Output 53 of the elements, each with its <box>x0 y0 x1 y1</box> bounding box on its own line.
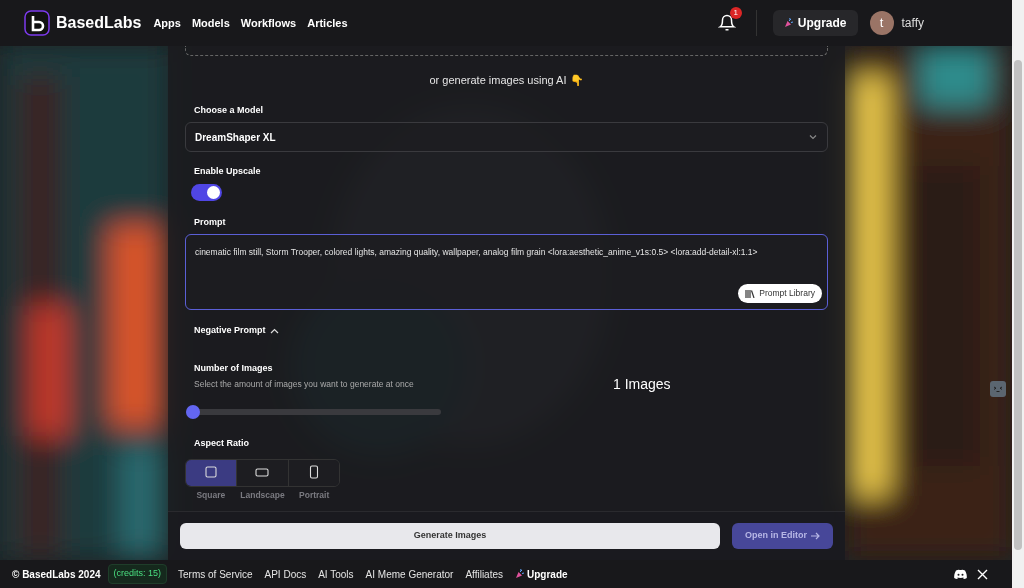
footer-link[interactable]: Terms of Service <box>178 566 253 582</box>
landscape-icon <box>255 465 270 480</box>
footer-link[interactable]: Affiliates <box>465 566 504 582</box>
arrow-right-icon <box>811 532 820 540</box>
field-label: Aspect Ratio <box>194 436 250 450</box>
emoticon-icon[interactable] <box>990 381 1006 397</box>
field-label: Choose a Model <box>194 103 264 117</box>
upgrade-link[interactable]: Upgrade <box>515 566 568 582</box>
aspect-ratio-label: Landscape <box>239 489 286 502</box>
field-description: Select the amount of images you want to generate at once <box>194 378 415 391</box>
username[interactable]: taffy <box>901 14 924 32</box>
prompt-field[interactable]: cinematic film still, Storm Trooper, colored lights, amazing quality, wallpaper, analog film grain <lora:aesthetic_anime_v1s:0.5> <lora:add-detail-xl:1.1> Prompt Library <box>185 234 828 310</box>
aspect-ratio-option[interactable] <box>186 460 237 487</box>
chevron-down-icon <box>808 132 818 142</box>
nav-link[interactable]: Articles <box>307 14 348 32</box>
nav-link[interactable]: Workflows <box>240 14 297 32</box>
copyright-text: © BasedLabs 2024 <box>12 567 101 582</box>
upgrade-button[interactable]: Upgrade <box>772 10 858 36</box>
bell-icon[interactable] <box>717 14 736 32</box>
credits-badge: (credits: 15) <box>107 564 168 584</box>
generate-images-button[interactable]: Generate Images <box>180 523 720 549</box>
logo-icon[interactable] <box>24 10 50 36</box>
negative-prompt-toggle[interactable]: Negative Prompt <box>194 324 279 338</box>
nav-link[interactable]: Apps <box>153 14 181 32</box>
footer-link[interactable]: AI Tools <box>318 566 354 582</box>
image-count-slider[interactable] <box>186 404 441 419</box>
field-label: Prompt <box>194 215 227 229</box>
user-avatar[interactable]: t <box>869 11 894 35</box>
field-label: Number of Images <box>194 361 274 375</box>
chevron-icon <box>269 327 279 334</box>
field-label: Enable Upscale <box>194 165 262 178</box>
footer-link[interactable]: API Docs <box>264 566 307 582</box>
party-popper-icon <box>783 18 794 28</box>
x-icon[interactable] <box>977 568 988 580</box>
scrollbar[interactable] <box>1012 0 1024 588</box>
upload-drop-zone[interactable] <box>185 46 828 56</box>
discord-icon[interactable] <box>954 569 967 579</box>
square-icon <box>204 465 219 480</box>
notification-badge: 1 <box>729 7 742 19</box>
model-select[interactable]: DreamShaper XL <box>185 122 828 152</box>
footer-link[interactable]: AI Meme Generator <box>365 566 454 582</box>
image-count-reading: 1 Images <box>613 374 671 392</box>
upscale-toggle[interactable] <box>191 183 222 201</box>
aspect-ratio-option[interactable] <box>287 460 339 487</box>
prompt-library-button[interactable]: Prompt Library <box>738 284 822 303</box>
ai-hint-text: or generate images using AI 👇 <box>428 73 585 88</box>
nav-link[interactable]: Models <box>191 14 230 32</box>
open-in-editor-button[interactable]: Open in Editor <box>732 523 833 549</box>
brand-name[interactable]: BasedLabs <box>56 11 142 35</box>
party-popper-icon <box>515 569 526 579</box>
slider-thumb[interactable] <box>186 404 200 419</box>
aspect-ratio-label: Portrait <box>298 489 331 502</box>
aspect-ratio-label: Square <box>195 489 227 502</box>
